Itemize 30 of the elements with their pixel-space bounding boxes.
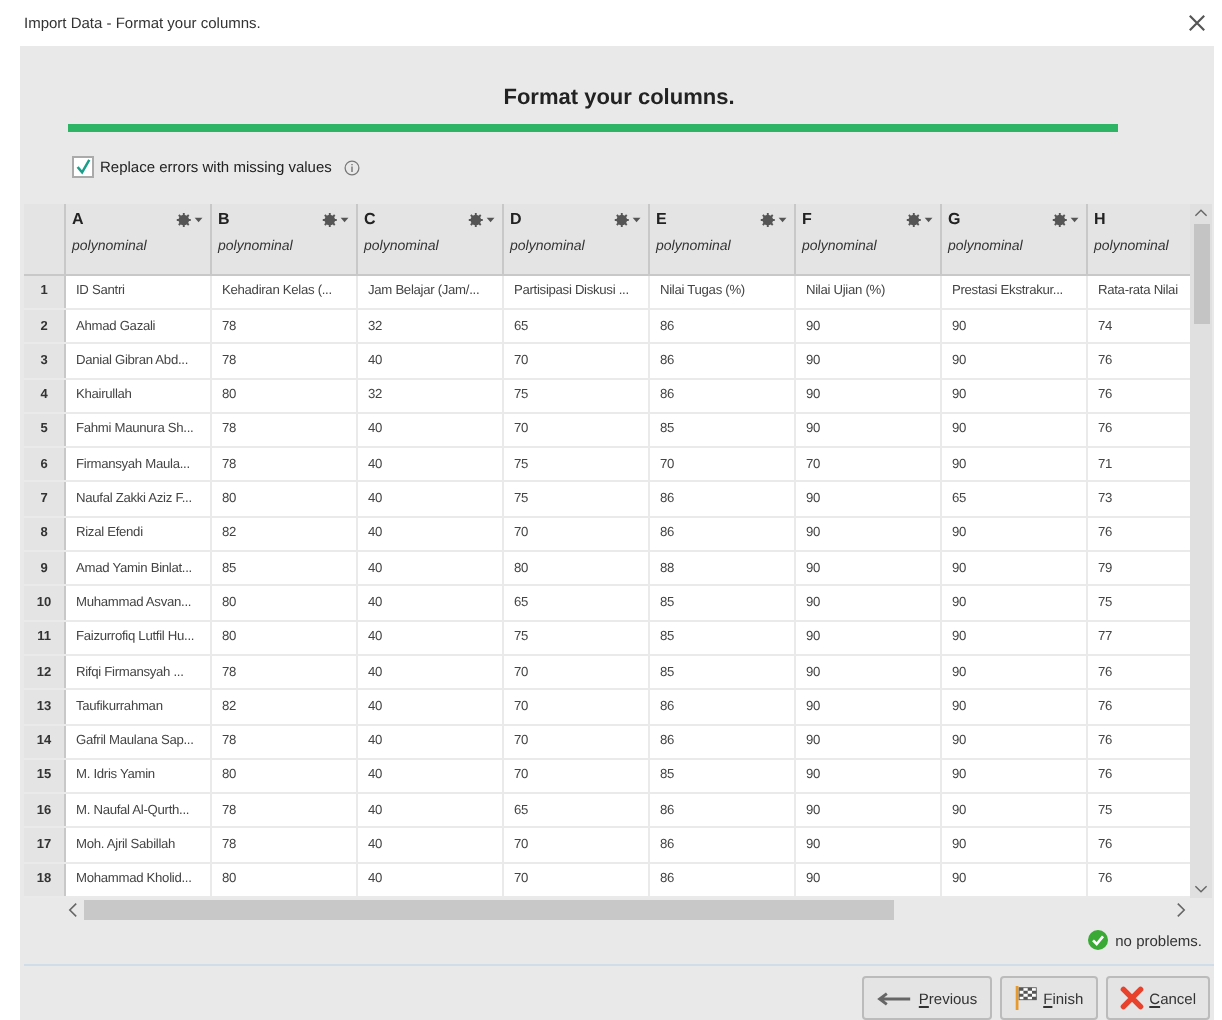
gear-dropdown-icon[interactable] bbox=[906, 211, 934, 228]
cross-icon bbox=[1119, 986, 1144, 1010]
column-letter: G bbox=[948, 210, 961, 229]
close-icon[interactable] bbox=[1188, 13, 1206, 32]
column-letter: D bbox=[510, 210, 522, 229]
scroll-left-icon[interactable] bbox=[68, 902, 78, 918]
gear-dropdown-icon[interactable] bbox=[468, 211, 496, 228]
scroll-right-icon[interactable] bbox=[1176, 902, 1186, 918]
gear-dropdown-icon[interactable] bbox=[176, 211, 204, 228]
scroll-up-icon[interactable] bbox=[1194, 207, 1208, 218]
vertical-scrollbar[interactable] bbox=[1190, 203, 1212, 898]
gear-dropdown-icon[interactable] bbox=[1052, 211, 1080, 228]
column-letter: E bbox=[656, 210, 667, 229]
column-letter: C bbox=[364, 210, 376, 229]
checkered-flag-icon bbox=[1013, 986, 1038, 1010]
column-letter: A bbox=[72, 210, 84, 229]
scroll-thumb[interactable] bbox=[1193, 223, 1209, 324]
page-heading: Format your columns. bbox=[501, 85, 737, 114]
scroll-thumb[interactable] bbox=[84, 900, 894, 920]
checkbox[interactable] bbox=[72, 156, 94, 179]
gear-dropdown-icon[interactable] bbox=[614, 211, 642, 228]
gear-dropdown-icon[interactable] bbox=[760, 211, 788, 228]
arrow-left-icon bbox=[876, 989, 913, 1007]
gear-dropdown-icon[interactable] bbox=[322, 211, 350, 228]
column-letter: B bbox=[218, 210, 230, 229]
column-letter: H bbox=[1094, 210, 1106, 229]
scroll-down-icon[interactable] bbox=[1194, 884, 1208, 894]
check-circle-icon bbox=[1087, 930, 1108, 950]
column-letter: F bbox=[802, 210, 812, 229]
info-icon[interactable] bbox=[343, 159, 360, 176]
